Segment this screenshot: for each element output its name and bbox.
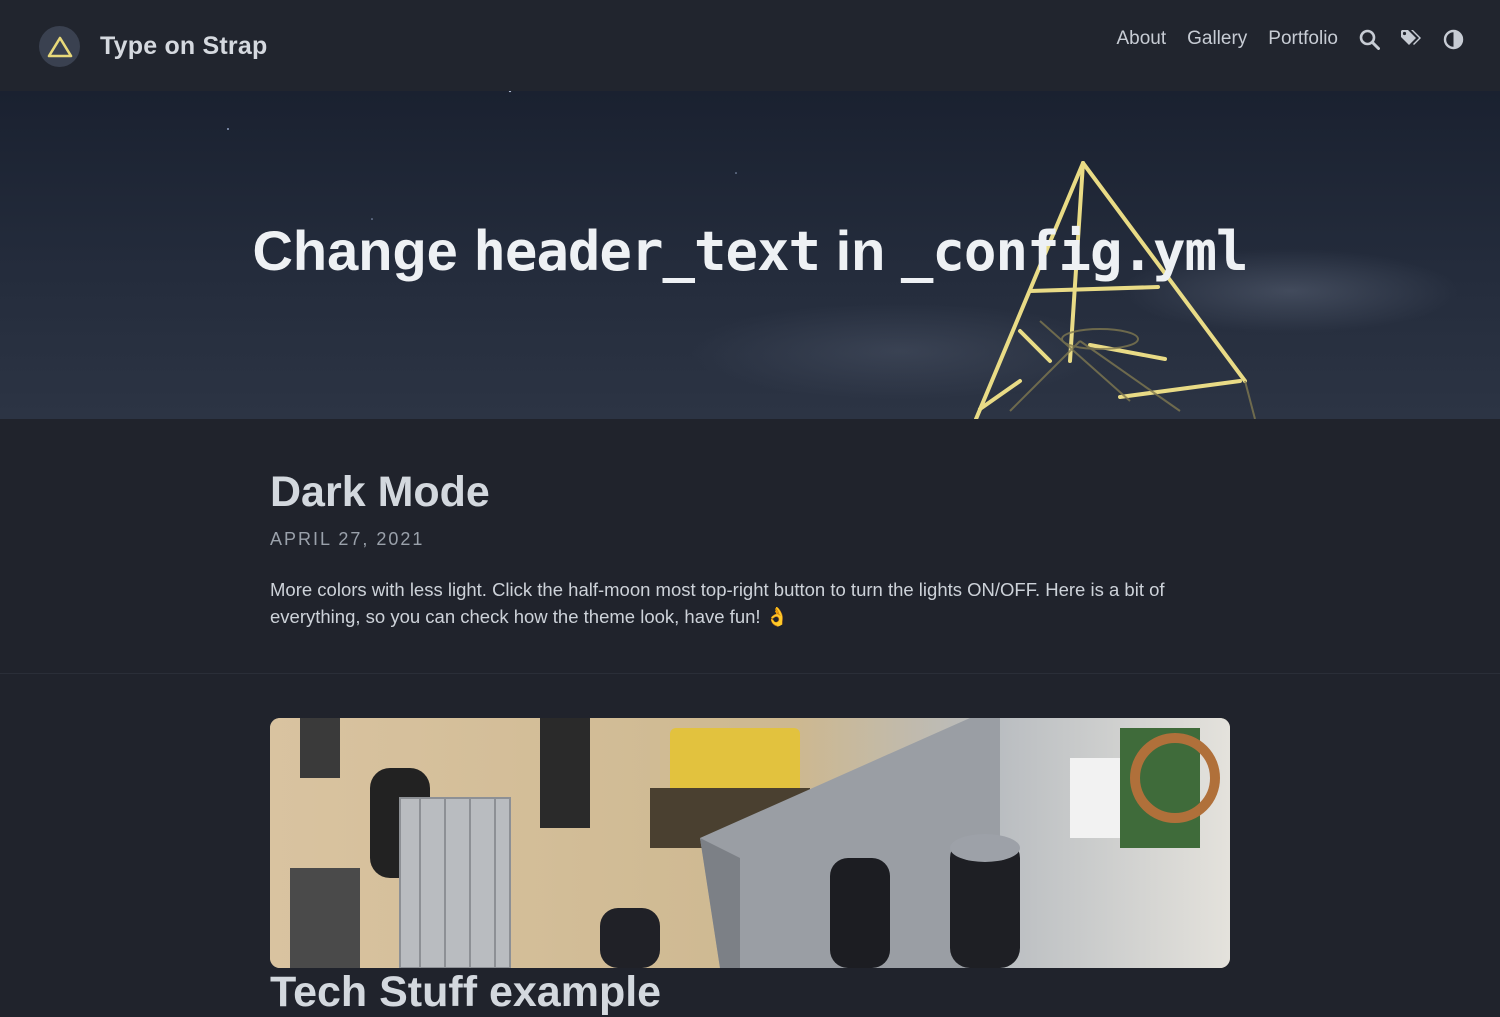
- post-thumbnail-image[interactable]: [270, 718, 1230, 968]
- hero-code-config: _config.yml: [900, 220, 1249, 283]
- triangle-logo-icon: [39, 26, 80, 67]
- site-title: Type on Strap: [100, 32, 268, 60]
- top-navbar: Type on Strap About Gallery Portfolio: [0, 0, 1500, 91]
- post-excerpt: More colors with less light. Click the h…: [270, 579, 1165, 627]
- nav-link-gallery[interactable]: Gallery: [1187, 28, 1247, 50]
- hero-code-header-text: header_text: [473, 220, 821, 283]
- hero-header-text: Change header_text in _config.yml: [0, 218, 1500, 283]
- nav-link-about[interactable]: About: [1116, 28, 1166, 50]
- hero-banner: Change header_text in _config.yml: [0, 91, 1500, 419]
- tags-icon[interactable]: [1400, 28, 1422, 50]
- post-card-dark-mode: Dark Mode APRIL 27, 2021 More colors wit…: [270, 468, 1230, 630]
- site-brand-link[interactable]: Type on Strap: [39, 26, 267, 67]
- nav-menu: About Gallery Portfolio: [1095, 28, 1464, 50]
- hero-text-in: in: [835, 219, 886, 282]
- post-title-link[interactable]: Dark Mode: [270, 468, 1230, 517]
- search-icon[interactable]: [1358, 28, 1380, 50]
- post-title-link-tech-stuff[interactable]: Tech Stuff example: [270, 968, 661, 1017]
- post-date: APRIL 27, 2021: [270, 529, 425, 549]
- post-divider: [0, 673, 1500, 674]
- nav-link-portfolio[interactable]: Portfolio: [1268, 28, 1338, 50]
- hero-text-change: Change: [252, 219, 458, 282]
- theme-toggle-icon[interactable]: [1442, 28, 1464, 50]
